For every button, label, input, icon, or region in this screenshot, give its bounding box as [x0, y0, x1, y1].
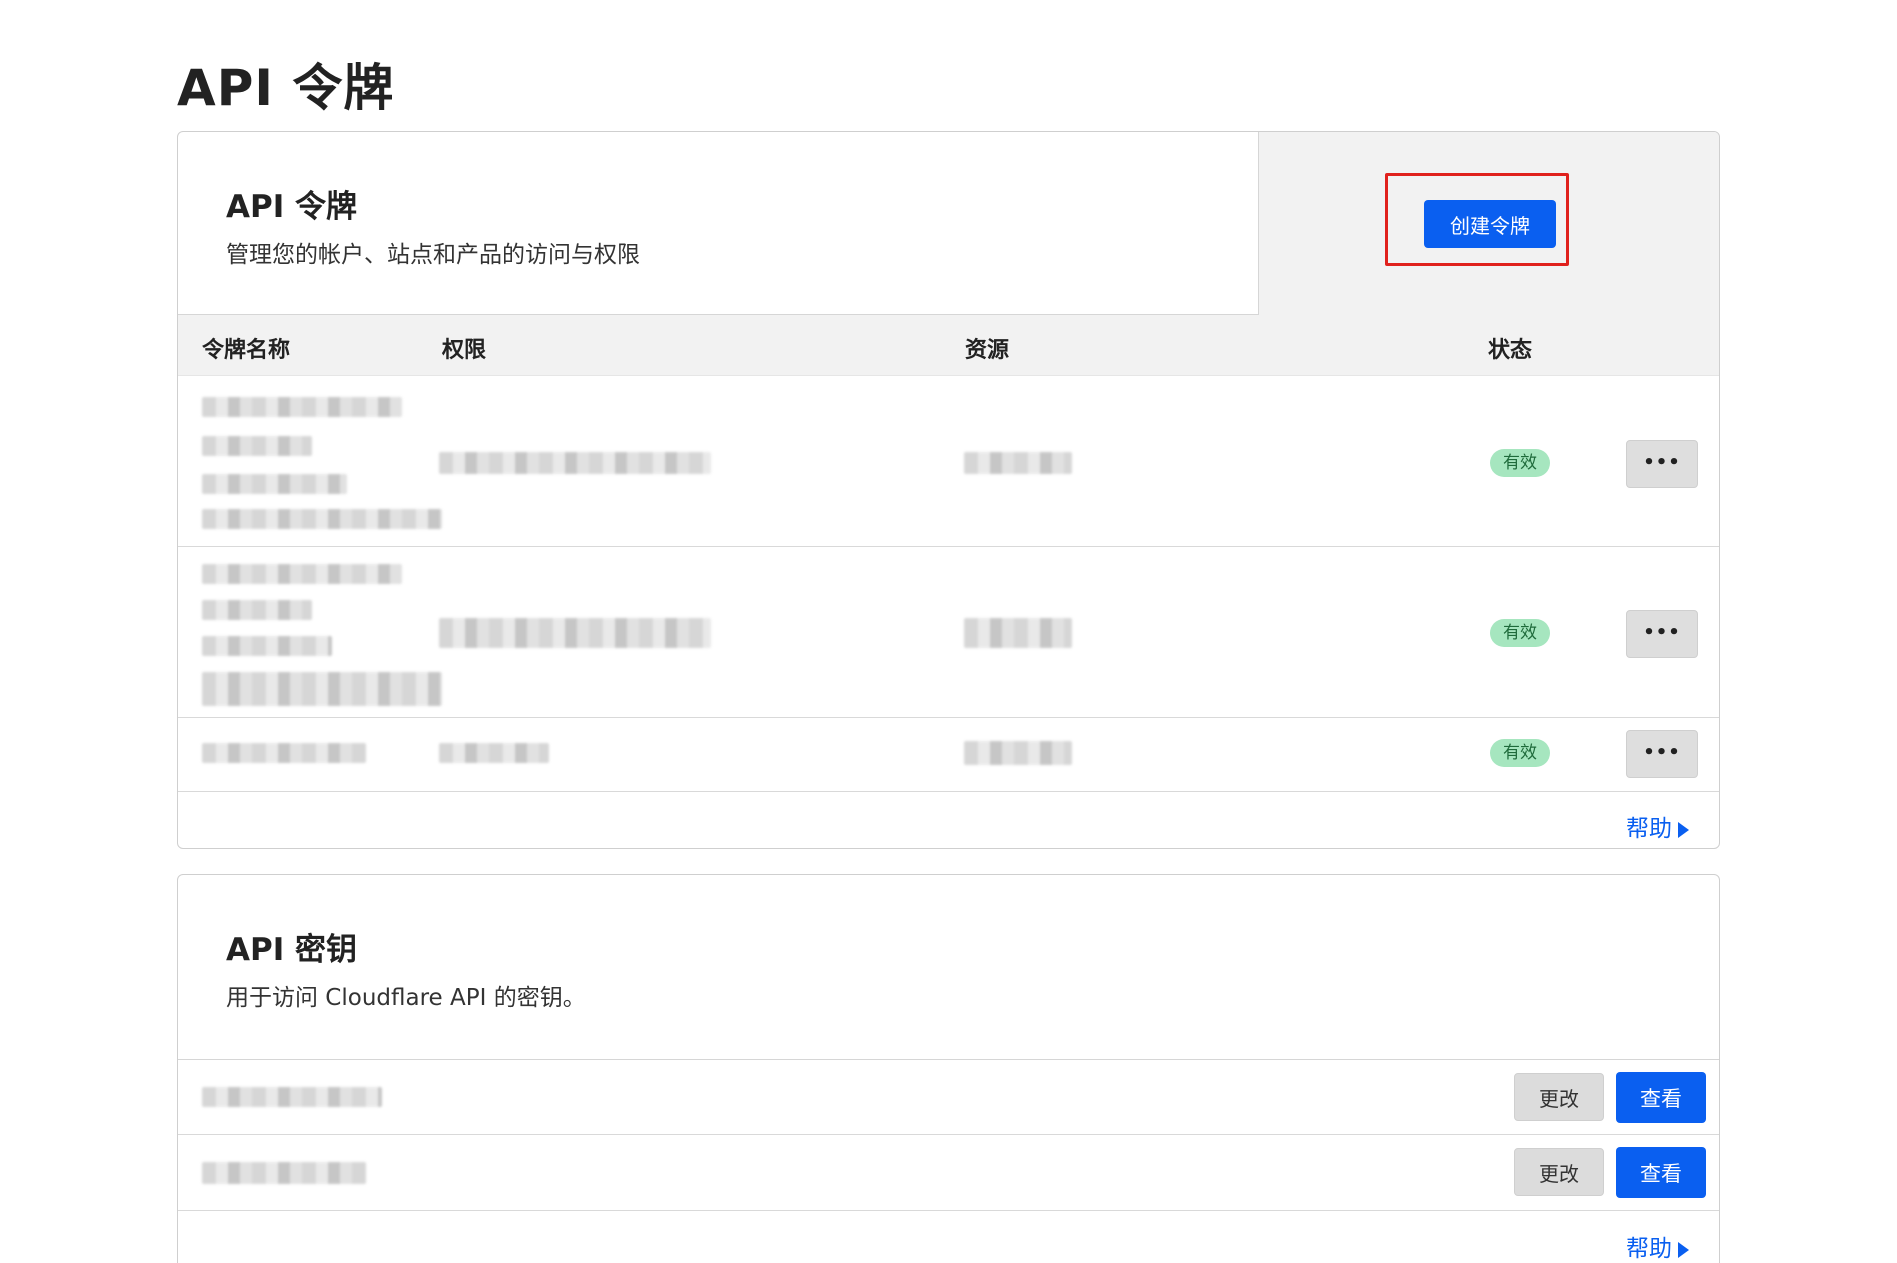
column-header-token-name: 令牌名称: [202, 338, 291, 363]
help-link-label: 帮助: [1626, 1236, 1672, 1262]
redacted-resources: [964, 452, 1072, 474]
key-row: 更改 查看: [178, 1136, 1719, 1211]
column-header-permissions: 权限: [442, 338, 487, 363]
redacted-key-name: [202, 1087, 382, 1107]
redacted-token-name: [202, 474, 347, 494]
more-actions-button[interactable]: •••: [1626, 730, 1698, 778]
redacted-resources: [964, 741, 1072, 765]
caret-right-icon: [1678, 1241, 1689, 1258]
column-header-status: 状态: [1488, 338, 1533, 363]
redacted-token-name: [202, 564, 402, 584]
status-badge: 有效: [1490, 449, 1550, 477]
status-badge: 有效: [1490, 739, 1550, 767]
change-key-button[interactable]: 更改: [1514, 1148, 1604, 1196]
tokens-card-description: 管理您的帐户、站点和产品的访问与权限: [226, 242, 640, 268]
keys-card-description: 用于访问 Cloudflare API 的密钥。: [226, 985, 586, 1011]
redacted-token-name: [202, 509, 442, 529]
help-link-label: 帮助: [1626, 816, 1672, 842]
more-actions-button[interactable]: •••: [1626, 440, 1698, 488]
token-row: 有效 •••: [178, 548, 1719, 718]
view-key-button[interactable]: 查看: [1616, 1147, 1706, 1198]
more-actions-button[interactable]: •••: [1626, 610, 1698, 658]
keys-card-title: API 密钥: [226, 932, 358, 968]
key-row: 更改 查看: [178, 1061, 1719, 1135]
redacted-token-name: [202, 397, 402, 417]
redacted-permissions: [439, 452, 711, 474]
change-key-button[interactable]: 更改: [1514, 1073, 1604, 1121]
tokens-table-header: 令牌名称 权限 资源 状态: [178, 315, 1719, 376]
caret-right-icon: [1678, 821, 1689, 838]
redacted-resources: [964, 618, 1072, 648]
api-keys-card: API 密钥 用于访问 Cloudflare API 的密钥。 更改 查看 更改…: [177, 874, 1720, 1263]
tokens-card-title: API 令牌: [226, 189, 358, 225]
status-badge: 有效: [1490, 619, 1550, 647]
keys-help-link[interactable]: 帮助: [1626, 1229, 1689, 1263]
column-header-resources: 资源: [965, 338, 1010, 363]
token-row: 有效 •••: [178, 377, 1719, 547]
redacted-token-name: [202, 672, 442, 706]
view-key-button[interactable]: 查看: [1616, 1072, 1706, 1123]
tokens-header-info: API 令牌 管理您的帐户、站点和产品的访问与权限: [178, 132, 1259, 315]
redacted-token-name: [202, 743, 366, 763]
tokens-help-link[interactable]: 帮助: [1626, 809, 1689, 843]
token-row: 有效 •••: [178, 719, 1719, 792]
redacted-token-name: [202, 600, 312, 620]
redacted-permissions: [439, 618, 711, 648]
redacted-key-name: [202, 1162, 366, 1184]
redacted-token-name: [202, 636, 332, 656]
redacted-permissions: [439, 743, 549, 763]
keys-card-header: API 密钥 用于访问 Cloudflare API 的密钥。: [178, 875, 1719, 1060]
page-title: API 令牌: [177, 59, 395, 117]
redacted-token-name: [202, 436, 312, 456]
create-token-button[interactable]: 创建令牌: [1424, 200, 1556, 248]
